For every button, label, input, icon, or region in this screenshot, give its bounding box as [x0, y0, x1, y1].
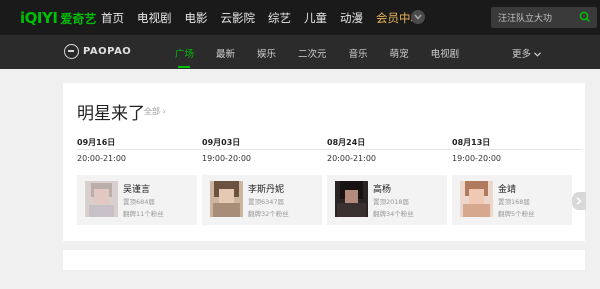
paopao-tabs: 广场 最新 娱乐 二次元 音乐 萌宠 电视剧 — [175, 46, 459, 60]
avatar[interactable] — [85, 181, 118, 217]
star-card[interactable]: 金靖 置顶168届 翻牌5个粉丝 — [452, 175, 572, 225]
paopao-logo-text: PAOPAO — [83, 46, 132, 57]
star-fan-count: 翻牌11个粉丝 — [123, 210, 164, 218]
star-name[interactable]: 金靖 — [498, 182, 516, 195]
chevron-down-icon — [414, 14, 422, 20]
schedule-slot: 09月03日 19:00-20:00 — [202, 137, 251, 163]
star-card[interactable]: 吴谨言 置顶684届 翻牌11个粉丝 — [77, 175, 197, 225]
nav-item-kids[interactable]: 儿童 — [304, 10, 327, 26]
logo-cn-text: 爱奇艺 — [60, 12, 97, 26]
star-post-count: 置顶168届 — [498, 198, 530, 206]
tab-pets[interactable]: 萌宠 — [390, 46, 409, 60]
slot-date: 08月24日 — [327, 138, 366, 147]
more-dropdown[interactable]: 更多 — [512, 46, 541, 60]
next-section-card — [63, 250, 585, 270]
tab-square[interactable]: 广场 — [175, 46, 194, 60]
slot-time: 19:00-20:00 — [452, 154, 501, 163]
slot-time: 20:00-21:00 — [77, 154, 126, 163]
schedule-slot: 09月16日 20:00-21:00 — [77, 137, 126, 163]
main-nav: 首页 电视剧 电影 云影院 综艺 儿童 动漫 会员中心 — [101, 10, 435, 26]
slot-time: 20:00-21:00 — [327, 154, 376, 163]
star-name[interactable]: 李斯丹妮 — [248, 182, 284, 195]
tab-tv-series[interactable]: 电视剧 — [431, 46, 460, 60]
star-post-count: 置顶684届 — [123, 198, 155, 206]
star-name[interactable]: 高杨 — [373, 182, 391, 195]
logo-text: iQIYI — [20, 9, 58, 27]
tab-music[interactable]: 音乐 — [349, 46, 368, 60]
nav-item-anime[interactable]: 动漫 — [340, 10, 363, 26]
active-tab-indicator — [178, 66, 190, 68]
view-all-label: 全部 — [144, 107, 160, 116]
nav-item-cloud-cinema[interactable]: 云影院 — [221, 10, 256, 26]
star-fan-count: 翻牌32个粉丝 — [248, 210, 289, 218]
avatar[interactable] — [210, 181, 243, 217]
paopao-logo[interactable]: PAOPAO — [64, 44, 131, 59]
tab-latest[interactable]: 最新 — [216, 46, 235, 60]
nav-item-movie[interactable]: 电影 — [185, 10, 208, 26]
star-name[interactable]: 吴谨言 — [123, 182, 150, 195]
nav-item-home[interactable]: 首页 — [101, 10, 124, 26]
paopao-sub-navigation: PAOPAO 广场 最新 娱乐 二次元 音乐 萌宠 电视剧 更多 — [0, 35, 600, 69]
slot-date: 09月16日 — [77, 138, 116, 147]
search-box[interactable]: 汪汪队立大功 — [491, 7, 597, 28]
star-post-count: 置顶2018届 — [373, 198, 410, 206]
tab-entertainment[interactable]: 娱乐 — [257, 46, 276, 60]
carousel-next-button[interactable] — [572, 192, 586, 210]
schedule-slot: 08月24日 20:00-21:00 — [327, 137, 376, 163]
star-card[interactable]: 高杨 置顶2018届 翻牌34个粉丝 — [327, 175, 447, 225]
search-icon[interactable] — [579, 11, 591, 23]
star-post-count: 置顶6347届 — [248, 198, 285, 206]
chevron-right-icon — [576, 197, 582, 205]
avatar[interactable] — [460, 181, 493, 217]
nav-item-tv[interactable]: 电视剧 — [137, 10, 172, 26]
top-navigation-bar: iQIYI 爱奇艺 首页 电视剧 电影 云影院 综艺 儿童 动漫 会员中心 汪汪… — [0, 0, 600, 35]
slot-time: 19:00-20:00 — [202, 154, 251, 163]
iqiyi-logo[interactable]: iQIYI 爱奇艺 — [20, 9, 96, 27]
view-all-link[interactable]: 全部 › — [144, 106, 166, 117]
schedule-slot: 08月13日 19:00-20:00 — [452, 137, 501, 163]
paopao-logo-icon — [64, 44, 79, 59]
nav-more-button[interactable] — [411, 10, 425, 24]
section-title: 明星来了 — [77, 104, 145, 124]
more-label: 更多 — [512, 49, 532, 60]
star-card[interactable]: 李斯丹妮 置顶6347届 翻牌32个粉丝 — [202, 175, 322, 225]
search-input[interactable]: 汪汪队立大功 — [498, 11, 552, 24]
chevron-down-icon — [534, 52, 541, 57]
star-fan-count: 翻牌34个粉丝 — [373, 210, 414, 218]
avatar[interactable] — [335, 181, 368, 217]
slot-date: 08月13日 — [452, 138, 491, 147]
nav-item-variety[interactable]: 综艺 — [268, 10, 291, 26]
tab-acg[interactable]: 二次元 — [298, 46, 327, 60]
stars-section: 明星来了 全部 › 09月16日 20:00-21:00 吴谨言 置顶684届 … — [63, 83, 585, 241]
slot-date: 09月03日 — [202, 138, 241, 147]
star-fan-count: 翻牌5个粉丝 — [498, 210, 535, 218]
